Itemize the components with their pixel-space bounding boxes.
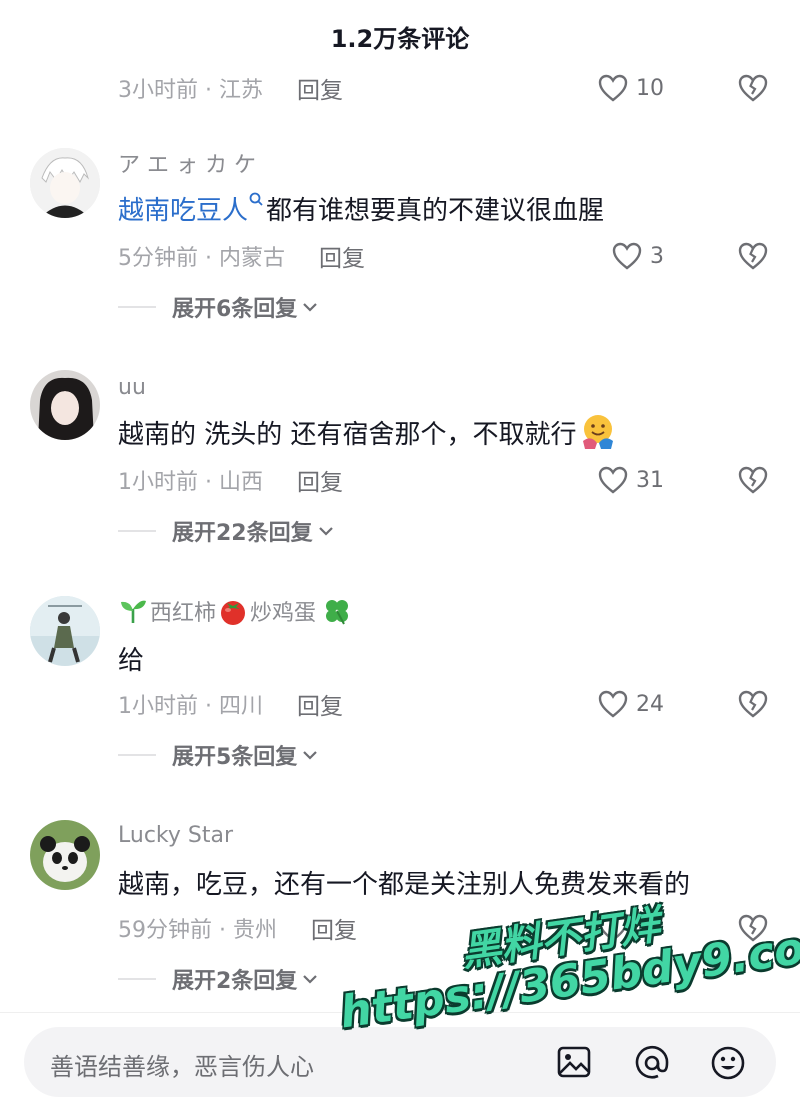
divider [118,754,156,756]
avatar[interactable] [30,370,100,440]
chevron-down-icon [303,303,318,312]
heart-icon [612,242,642,270]
comment-input-placeholder: 善语结善缘，恶言伤人心 [50,1053,314,1081]
username-part: 炒鸡蛋 [250,601,317,626]
avatar[interactable] [30,596,100,666]
comment-body: 给 [118,645,145,676]
comment-body: 越南的 洗头的 还有宿舍那个，不取就行 [118,419,577,450]
clover-icon [326,600,349,625]
comment-username[interactable]: ア エ ォ カ ケ [118,148,256,178]
comment-time-location: 1小时前 · 山西 [118,470,263,495]
avatar[interactable] [30,820,100,890]
comment-meta-row: 1小时前 · 山西 回复 31 [118,460,770,500]
seedling-icon [121,600,146,623]
like-count: 3 [650,243,664,269]
comment-meta-row: 3小时前 · 江苏 回复 10 [118,68,770,108]
comment-time-location: 59分钟前 · 贵州 [118,918,277,943]
comment-username[interactable]: uu [118,372,146,402]
comment-body: 越南，吃豆，还有一个都是关注别人免费发来看的 [118,869,691,900]
comment-time-location: 3小时前 · 江苏 [118,78,263,103]
comment-text: 越南吃豆人 都有谁想要真的不建议很血腥 [118,186,770,230]
comments-header: 1.2万条评论 [0,0,800,72]
comment-username[interactable]: Lucky Star [118,820,233,850]
like-button[interactable]: 10 [598,74,664,102]
broken-heart-icon [738,690,768,718]
like-button[interactable]: 24 [598,690,664,718]
reply-button[interactable]: 回复 [297,71,343,105]
expand-replies-button[interactable]: 展开2条回复 [118,962,319,996]
expand-replies-label: 展开5条回复 [172,745,298,770]
broken-heart-icon [738,242,768,270]
expand-replies-label: 展开22条回复 [172,521,313,546]
mention-button[interactable] [634,1045,670,1085]
reply-button[interactable]: 回复 [311,911,357,945]
comment-text: 越南，吃豆，还有一个都是关注别人免费发来看的 [118,860,770,904]
dislike-button[interactable] [738,466,768,494]
divider [118,306,156,308]
like-count: 10 [636,75,664,101]
image-icon [557,1046,591,1078]
expand-replies-button[interactable]: 展开22条回复 [118,514,335,548]
expand-replies-label: 展开6条回复 [172,297,298,322]
reply-button[interactable]: 回复 [297,687,343,721]
heart-icon [598,74,628,102]
comment-count-title: 1.2万条评论 [330,24,470,53]
reply-button[interactable]: 回复 [319,239,365,273]
like-button[interactable]: 3 [612,242,664,270]
tomato-icon [221,601,246,625]
mention-link[interactable]: 越南吃豆人 [118,190,248,227]
like-count: 31 [636,467,664,493]
avatar[interactable] [30,148,100,218]
hug-emoji-icon [582,415,613,449]
chevron-down-icon [303,975,318,984]
search-icon [249,192,263,206]
emoji-button[interactable] [710,1045,746,1085]
comment-time-location: 5分钟前 · 内蒙古 [118,246,285,271]
dislike-button[interactable] [738,74,768,102]
dislike-button[interactable] [738,242,768,270]
chevron-down-icon [318,527,333,536]
expand-replies-button[interactable]: 展开5条回复 [118,738,319,772]
smiley-icon [711,1046,745,1080]
comment-meta-row: 1小时前 · 四川 回复 24 [118,684,770,724]
comment-body: 都有谁想要真的不建议很血腥 [266,195,605,226]
dislike-button[interactable] [738,690,768,718]
like-count: 24 [636,691,664,717]
expand-replies-button[interactable]: 展开6条回复 [118,290,319,324]
chevron-down-icon [303,751,318,760]
expand-replies-label: 展开2条回复 [172,969,298,994]
username-part: 西红柿 [150,601,217,626]
heart-icon [598,466,628,494]
heart-icon [598,690,628,718]
comment-username[interactable]: 西红柿 炒鸡蛋 [118,596,352,626]
comment-text: 越南的 洗头的 还有宿舍那个，不取就行 [118,410,770,454]
like-button[interactable]: 31 [598,466,664,494]
divider [118,530,156,532]
image-button[interactable] [556,1045,592,1083]
reply-button[interactable]: 回复 [297,463,343,497]
comment-time-location: 1小时前 · 四川 [118,694,263,719]
comment-meta-row: 5分钟前 · 内蒙古 回复 3 [118,236,770,276]
comment-text: 给 [118,636,770,680]
at-icon [635,1045,669,1079]
broken-heart-icon [738,466,768,494]
divider [118,978,156,980]
comment-input[interactable]: 善语结善缘，恶言伤人心 [24,1027,776,1097]
broken-heart-icon [738,74,768,102]
